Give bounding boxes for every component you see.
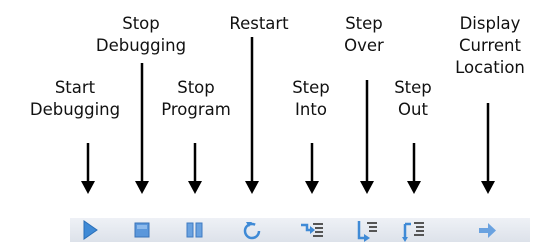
start-debugging-button[interactable] [76, 218, 104, 242]
stop-program-button[interactable] [181, 218, 209, 242]
display-current-location-button[interactable] [474, 218, 502, 242]
stop-debugging-button[interactable] [128, 218, 156, 242]
step-into-button[interactable] [298, 218, 326, 242]
restart-button[interactable] [238, 218, 266, 242]
step-out-icon [402, 222, 424, 242]
step-into-icon [301, 223, 323, 237]
pause-icon [186, 222, 203, 238]
arrow-right-icon [479, 223, 496, 238]
restart-icon [243, 222, 261, 240]
play-icon [83, 220, 98, 240]
stop-icon [134, 222, 150, 238]
callout-arrows [81, 37, 495, 194]
step-out-button[interactable] [400, 218, 428, 242]
step-over-icon [357, 221, 377, 242]
step-over-button[interactable] [353, 218, 381, 242]
